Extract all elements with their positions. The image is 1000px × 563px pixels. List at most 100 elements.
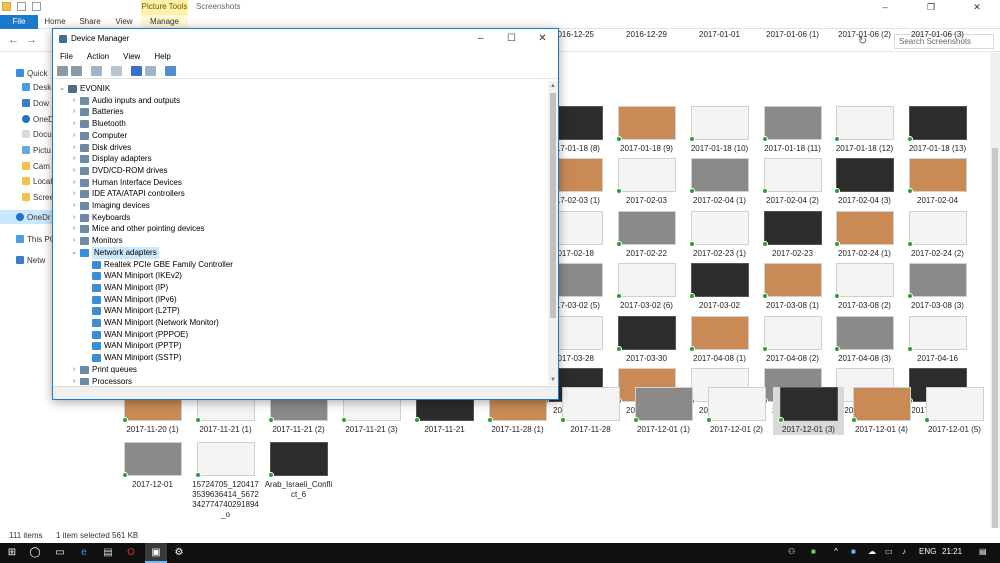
dm-close-button[interactable]: ✕: [527, 29, 558, 49]
nav-desktop[interactable]: Desk: [22, 80, 51, 94]
file-thumbnail[interactable]: 2017-04-16: [902, 316, 973, 364]
file-thumbnail[interactable]: 2017-12-01 (3): [773, 387, 844, 435]
file-explorer-icon[interactable]: ▤: [101, 546, 115, 560]
nav-pictures[interactable]: Pictu: [22, 143, 51, 157]
back-arrow-icon[interactable]: ←: [8, 34, 19, 46]
file-thumbnail[interactable]: 2017-02-23 (1): [684, 211, 755, 259]
dm-minimize-button[interactable]: –: [465, 29, 496, 49]
minimize-button[interactable]: –: [862, 0, 908, 15]
nav-local[interactable]: Local: [22, 174, 52, 188]
file-thumbnail[interactable]: 2017-04-08 (3): [829, 316, 900, 364]
nav-screenshots[interactable]: Scree: [22, 190, 54, 204]
chevron-right-icon[interactable]: ›: [70, 223, 78, 235]
tree-network-adapter[interactable]: Realtek PCIe GBE Family Controller: [82, 259, 233, 271]
file-thumbnail[interactable]: 2017-12-01 (1): [628, 387, 699, 435]
file-thumbnail[interactable]: 2017-04-08 (1): [684, 316, 755, 364]
nav-downloads[interactable]: Dow: [22, 96, 49, 110]
device-tree-scroll-thumb[interactable]: [550, 93, 556, 318]
nav-quick-access[interactable]: Quick: [16, 66, 47, 80]
chevron-right-icon[interactable]: ›: [70, 165, 78, 177]
file-thumbnail[interactable]: 2017-02-22: [611, 211, 682, 259]
tree-network-adapter[interactable]: WAN Miniport (IP): [82, 282, 168, 294]
menu-action[interactable]: Action: [80, 51, 116, 63]
settings-icon[interactable]: ⚙: [172, 546, 186, 560]
scroll-down-icon[interactable]: ▼: [548, 375, 558, 385]
file-thumbnail[interactable]: 2017-03-30: [611, 316, 682, 364]
tree-network-adapter[interactable]: WAN Miniport (Network Monitor): [82, 317, 219, 329]
file-thumbnail[interactable]: 2017-01-18 (9): [611, 106, 682, 154]
tree-network-adapter[interactable]: WAN Miniport (PPPOE): [82, 329, 188, 341]
dm-maximize-button[interactable]: ☐: [496, 29, 527, 49]
file-thumbnail[interactable]: 2017-03-02 (6): [611, 263, 682, 311]
tree-category[interactable]: › Keyboards: [70, 212, 130, 224]
file-thumbnail[interactable]: 2017-02-04: [902, 158, 973, 206]
file-thumbnail[interactable]: 2017-01-18 (13): [902, 106, 973, 154]
tray-app-icon[interactable]: ■: [851, 547, 856, 556]
show-hide-console-tree-icon[interactable]: [91, 66, 102, 76]
tab-manage[interactable]: Manage: [141, 15, 188, 29]
scroll-up-icon[interactable]: ▲: [548, 81, 558, 91]
tree-category[interactable]: › IDE ATA/ATAPI controllers: [70, 188, 185, 200]
chevron-right-icon[interactable]: ›: [70, 177, 78, 189]
file-thumbnail[interactable]: 2017-01-18 (12): [829, 106, 900, 154]
chevron-right-icon[interactable]: ›: [70, 95, 78, 107]
tree-network-adapter[interactable]: WAN Miniport (L2TP): [82, 305, 180, 317]
menu-help[interactable]: Help: [147, 51, 177, 63]
people-icon[interactable]: ⚇: [788, 547, 795, 556]
tree-category[interactable]: › Monitors: [70, 235, 123, 247]
cortana-icon[interactable]: ◯: [28, 546, 42, 560]
file-thumbnail[interactable]: 2017-02-03: [611, 158, 682, 206]
file-thumbnail[interactable]: 2017-01-06 (3): [902, 26, 973, 40]
file-thumbnail[interactable]: 2017-12-01 (5): [919, 387, 990, 435]
chevron-down-icon[interactable]: ⌄: [58, 83, 66, 95]
chevron-right-icon[interactable]: ›: [70, 130, 78, 142]
chevron-right-icon[interactable]: ›: [70, 364, 78, 376]
chevron-right-icon[interactable]: ›: [70, 153, 78, 165]
nav-documents[interactable]: Docu: [22, 127, 52, 141]
menu-view[interactable]: View: [116, 51, 147, 63]
tab-view[interactable]: View: [110, 15, 138, 29]
chevron-down-icon[interactable]: ⌄: [70, 247, 78, 259]
nav-this-pc[interactable]: This PC: [16, 232, 55, 246]
file-thumbnail[interactable]: 2017-01-18 (11): [757, 106, 828, 154]
volume-icon[interactable]: ♪: [902, 547, 906, 556]
file-thumbnail[interactable]: 2017-02-04 (3): [829, 158, 900, 206]
file-thumbnail[interactable]: 2017-02-04 (1): [684, 158, 755, 206]
explorer-scrollbar[interactable]: [990, 53, 1000, 563]
chevron-right-icon[interactable]: ›: [70, 118, 78, 130]
show-hidden-icons[interactable]: ^: [834, 547, 838, 556]
menu-file[interactable]: File: [53, 51, 80, 63]
chevron-right-icon[interactable]: ›: [70, 142, 78, 154]
forward-icon[interactable]: [71, 66, 82, 76]
tree-category[interactable]: › Disk drives: [70, 142, 131, 154]
file-thumbnail[interactable]: 2017-03-08 (2): [829, 263, 900, 311]
file-thumbnail[interactable]: 2017-12-01: [117, 442, 188, 490]
tree-category[interactable]: › Batteries: [70, 106, 124, 118]
tree-category[interactable]: › Print queues: [70, 364, 137, 376]
tree-category[interactable]: › Processors: [70, 376, 132, 385]
close-button[interactable]: ✕: [954, 0, 1000, 15]
language-indicator[interactable]: ENG: [919, 547, 936, 556]
tree-category[interactable]: › Computer: [70, 130, 127, 142]
properties-icon[interactable]: [17, 2, 26, 11]
task-view-icon[interactable]: ▭: [53, 546, 67, 560]
tree-network-adapter[interactable]: WAN Miniport (IKEv2): [82, 270, 182, 282]
file-thumbnail[interactable]: 2017-02-24 (1): [829, 211, 900, 259]
file-thumbnail[interactable]: 2017-01-06 (2): [829, 26, 900, 40]
file-thumbnail[interactable]: 2017-03-02: [684, 263, 755, 311]
scan-hardware-icon[interactable]: [165, 66, 176, 76]
restore-button[interactable]: ❐: [908, 0, 954, 15]
tree-category[interactable]: › Audio inputs and outputs: [70, 95, 180, 107]
file-thumbnail[interactable]: 2017-03-08 (3): [902, 263, 973, 311]
tree-network-adapter[interactable]: WAN Miniport (PPTP): [82, 340, 182, 352]
file-thumbnail[interactable]: 2017-01-06 (1): [757, 26, 828, 40]
file-thumbnail[interactable]: 2017-01-01: [684, 26, 755, 40]
file-thumbnail[interactable]: 2017-03-08 (1): [757, 263, 828, 311]
device-tree-scrollbar[interactable]: ▲ ▼: [548, 81, 558, 385]
file-thumbnail[interactable]: 2016-12-29: [611, 26, 682, 40]
nav-network[interactable]: Netw: [16, 253, 45, 267]
tree-network-adapter[interactable]: WAN Miniport (IPv6): [82, 294, 177, 306]
file-thumbnail[interactable]: 2017-04-08 (2): [757, 316, 828, 364]
scrollbar-thumb[interactable]: [992, 148, 998, 563]
file-thumbnail[interactable]: 2017-02-23: [757, 211, 828, 259]
